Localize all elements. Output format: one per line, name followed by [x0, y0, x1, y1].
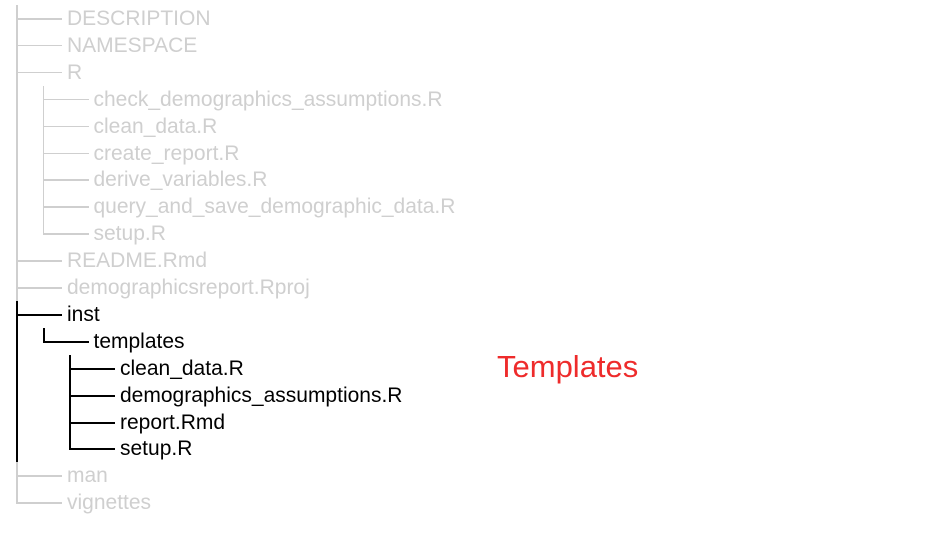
tree-connector-horizontal [69, 367, 115, 370]
tree-file-label: demographicsreport.Rproj [67, 276, 310, 299]
tree-connector-vertical [16, 58, 18, 263]
tree-file-label: NAMESPACE [67, 33, 198, 57]
tree-connector-horizontal [16, 260, 62, 262]
tree-connector-vertical [69, 435, 71, 451]
tree-folder-label: vignettes [67, 491, 152, 515]
tree-connector-horizontal [42, 340, 89, 343]
tree-folder-label: R [67, 60, 83, 84]
tree-file-label: create_report.R [93, 141, 240, 165]
tree-connector-horizontal [69, 421, 115, 424]
tree-connector-vertical [42, 220, 44, 236]
tree-connector-horizontal [16, 287, 62, 289]
tree-connector-horizontal [16, 18, 62, 20]
tree-connector-horizontal [16, 44, 62, 47]
tree-connector-horizontal [42, 206, 89, 208]
tree-file-label: setup.R [93, 222, 166, 246]
file-tree: DESCRIPTION NAMESPACE Rcheck_demographics_… [0, 0, 935, 535]
tree-connector-vertical [16, 489, 18, 505]
tree-connector-horizontal [69, 394, 115, 397]
tree-file-label: clean_data.R [120, 356, 244, 380]
tree-connector-horizontal [42, 233, 89, 235]
tree-file-label: query_and_save_demographic_data.R [93, 195, 456, 219]
tree-file-label: setup.R [120, 437, 193, 461]
tree-connector-horizontal [16, 71, 62, 74]
tree-file-label: derive_variables.R [93, 168, 268, 192]
templates-annotation: Templates [497, 349, 639, 384]
tree-connector-vertical [42, 327, 45, 343]
tree-connector-horizontal [16, 502, 62, 504]
tree-connector-horizontal [16, 475, 62, 477]
tree-file-label: report.Rmd [120, 410, 226, 434]
tree-connector-horizontal [42, 98, 89, 101]
tree-file-label: DESCRIPTION [67, 7, 211, 30]
tree-connector-horizontal [42, 179, 89, 181]
tree-connector-horizontal [69, 448, 115, 451]
tree-file-label: clean_data.R [93, 114, 218, 138]
tree-connector-horizontal [42, 152, 89, 154]
tree-file-label: README.Rmd [67, 249, 208, 273]
tree-file-label: check_demographics_assumptions.R [93, 87, 443, 111]
tree-connector-horizontal [16, 313, 62, 316]
tree-file-label: demographics_assumptions.R [120, 383, 403, 407]
tree-folder-label: inst [67, 302, 100, 326]
tree-folder-label: man [67, 464, 108, 488]
tree-connector-horizontal [42, 125, 89, 128]
tree-folder-label: templates [93, 329, 185, 353]
tree-connector-vertical [16, 300, 18, 478]
